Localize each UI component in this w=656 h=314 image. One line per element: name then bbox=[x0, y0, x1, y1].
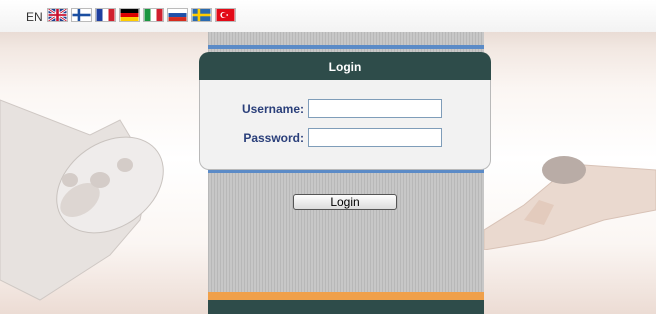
language-code: EN bbox=[26, 10, 43, 24]
turkey-flag-icon[interactable] bbox=[215, 8, 236, 22]
wristband-device-image bbox=[0, 99, 164, 301]
footer-accent-bar bbox=[208, 292, 484, 300]
login-button[interactable]: Login bbox=[293, 194, 397, 210]
password-label: Password: bbox=[243, 131, 304, 145]
hand-with-device-image bbox=[484, 156, 656, 250]
login-panel-title: Login bbox=[199, 52, 491, 80]
username-row: Username: bbox=[200, 99, 492, 119]
language-flags bbox=[47, 8, 236, 22]
username-input[interactable] bbox=[308, 99, 442, 118]
finland-flag-icon[interactable] bbox=[71, 8, 92, 22]
russia-flag-icon[interactable] bbox=[167, 8, 188, 22]
login-form: Username: Password: bbox=[199, 80, 491, 170]
italy-flag-icon[interactable] bbox=[143, 8, 164, 22]
password-input[interactable] bbox=[308, 128, 442, 147]
footer-bar bbox=[208, 300, 484, 314]
username-label: Username: bbox=[241, 102, 304, 116]
login-panel: Login Username: Password: bbox=[199, 52, 491, 170]
germany-flag-icon[interactable] bbox=[119, 8, 140, 22]
sweden-flag-icon[interactable] bbox=[191, 8, 212, 22]
france-flag-icon[interactable] bbox=[95, 8, 116, 22]
top-bar: EN bbox=[0, 0, 656, 32]
uk-flag-icon[interactable] bbox=[47, 8, 68, 22]
top-accent-line bbox=[208, 45, 484, 49]
password-row: Password: bbox=[200, 128, 492, 148]
